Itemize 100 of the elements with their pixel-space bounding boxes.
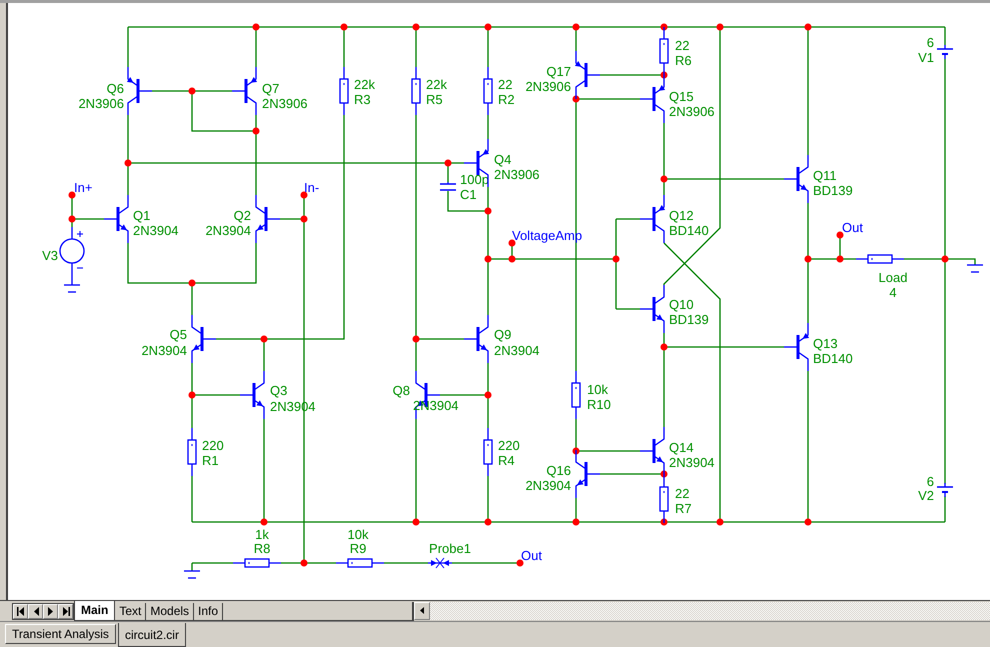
junction-dot: [836, 256, 844, 262]
component-value: 2N3906: [494, 167, 540, 182]
junction-dot: [252, 128, 260, 134]
junction-dot: [340, 24, 348, 30]
component-value: BD140: [669, 223, 709, 238]
component-value: 2N3906: [262, 96, 308, 111]
component-value: 2N3906: [525, 79, 571, 94]
sheet-nav-button[interactable]: [43, 604, 58, 618]
junction-dot: [516, 560, 524, 566]
junction-dot: [804, 24, 812, 30]
net-label: In+: [74, 180, 92, 195]
component-value: 22k: [426, 77, 447, 92]
previous-icon: [32, 606, 40, 616]
ground-icon: [967, 264, 983, 273]
component-value: BD139: [813, 183, 853, 198]
component-name: Q4: [494, 152, 512, 167]
component-value: 4: [889, 285, 897, 300]
junction-dot: [660, 344, 668, 350]
component-value: 2N3904: [141, 343, 187, 358]
sheet-nav-button[interactable]: [58, 604, 73, 618]
component-name: R2: [498, 92, 515, 107]
component-value: BD140: [813, 351, 853, 366]
junction-dot: [484, 392, 492, 398]
junction-dot: [444, 160, 452, 166]
component-name: R9: [350, 541, 366, 556]
schematic-canvas[interactable]: [8, 3, 990, 600]
document-tab[interactable]: Transient Analysis: [5, 624, 116, 644]
junction-dot: [260, 336, 268, 342]
last-page-icon: [62, 606, 70, 616]
component-name: Q13: [813, 336, 838, 351]
component-name: V2: [918, 488, 934, 503]
junction-dot: [942, 256, 948, 262]
component-name: R6: [675, 53, 692, 68]
junction-dot: [572, 448, 580, 454]
component-name: Q7: [262, 81, 280, 96]
sheet-tab[interactable]: Main: [74, 600, 116, 620]
component-name: Q9: [494, 327, 512, 342]
junction-dot: [484, 24, 492, 30]
junction-dot: [300, 560, 308, 566]
junction-dot: [836, 232, 844, 238]
component-name: V3: [42, 248, 58, 263]
junction-dot: [68, 192, 76, 198]
junction-dot: [572, 518, 580, 526]
junction-dot: [484, 518, 492, 526]
junction-dot: [660, 518, 668, 526]
net-label: Out: [521, 548, 542, 563]
component-name: Q8: [392, 383, 410, 398]
junction-dot: [412, 518, 420, 526]
first-page-icon: [16, 606, 24, 616]
component-value: 2N3904: [133, 223, 179, 238]
junction-dot: [660, 176, 668, 182]
left-arrow-icon: [420, 607, 424, 614]
component-name: Q1: [133, 208, 150, 223]
document-tab[interactable]: circuit2.cir: [118, 623, 186, 647]
component-name: R3: [354, 92, 371, 107]
wire: [487, 115, 489, 139]
component-name: Q3: [270, 383, 288, 398]
component-name: R1: [202, 453, 219, 468]
sheet-nav-button[interactable]: [13, 604, 28, 618]
component-value: 2N3904: [494, 343, 540, 358]
component-value: 220: [202, 438, 224, 453]
component-name: Q16: [546, 463, 571, 478]
scroll-left-button[interactable]: [414, 602, 430, 620]
wire: [384, 562, 428, 564]
junction-dot: [484, 256, 492, 262]
component-name: Q15: [669, 89, 694, 104]
component-value: 10k: [587, 382, 608, 397]
junction-dot: [716, 518, 724, 526]
component-name: Q11: [813, 168, 837, 183]
component-value: BD139: [669, 312, 709, 327]
junction-dot: [804, 256, 812, 262]
component-name: Q17: [546, 64, 571, 79]
component-value: 2N3904: [525, 478, 571, 493]
component-name: Load: [878, 270, 908, 285]
junction-dot: [412, 24, 420, 30]
component-value: 22: [498, 77, 512, 92]
component-value: 22k: [354, 77, 375, 92]
component-name: Q6: [106, 81, 124, 96]
component-name: Q10: [669, 297, 694, 312]
junction-dot: [572, 96, 580, 102]
junction-dot: [508, 256, 516, 262]
junction-dot: [260, 518, 268, 526]
component-name: Q5: [170, 327, 187, 342]
junction-dot: [188, 88, 196, 94]
junction-dot: [68, 216, 76, 222]
component-value: 10k: [348, 527, 368, 542]
component-value: 220: [498, 438, 520, 453]
junction-dot: [716, 24, 724, 30]
sheet-nav-button[interactable]: [28, 604, 43, 618]
junction-dot: [188, 392, 196, 398]
component-name: Q12: [669, 208, 694, 223]
net-label: In-: [304, 180, 320, 195]
component-value: 1k: [255, 527, 269, 542]
junction-dot: [572, 24, 580, 30]
component-value: 6: [926, 35, 934, 50]
component-name: R7: [675, 501, 692, 516]
component-value: 2N3906: [78, 96, 124, 111]
junction-dot: [660, 72, 668, 78]
component-value: 2N3906: [669, 104, 715, 119]
junction-dot: [660, 470, 668, 478]
